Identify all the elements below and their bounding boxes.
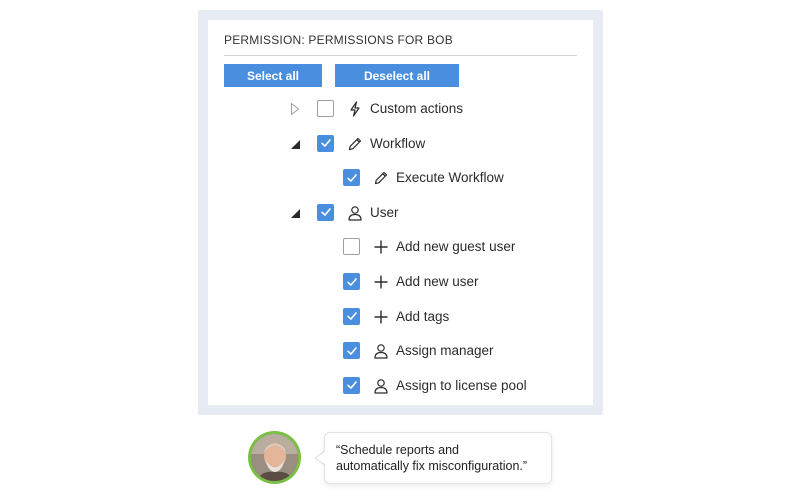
tree-row[interactable]: Assign manager — [208, 338, 593, 364]
collapsed-triangle-icon[interactable] — [288, 102, 302, 116]
checkbox-checked[interactable] — [343, 169, 360, 187]
tree-row[interactable]: User — [208, 200, 593, 226]
tree-row-label: User — [370, 204, 399, 220]
permissions-panel: PERMISSION: PERMISSIONS FOR BOB Select a… — [208, 20, 593, 405]
testimonial-quote: “Schedule reports and automatically fix … — [336, 442, 546, 474]
tree-row-label: Add tags — [396, 308, 450, 324]
select-all-button[interactable]: Select all — [224, 64, 322, 87]
tree-row-label: Add new guest user — [396, 239, 516, 255]
pencil-icon — [347, 136, 363, 152]
deselect-all-button[interactable]: Deselect all — [335, 64, 459, 87]
testimonial-bubble: “Schedule reports and automatically fix … — [324, 432, 552, 484]
avatar — [248, 431, 301, 484]
checkbox-checked[interactable] — [317, 134, 334, 152]
plus-icon — [373, 274, 389, 290]
tree-row[interactable]: Execute Workflow — [208, 165, 593, 191]
tree-row-label: Workflow — [370, 135, 426, 151]
checkbox-unchecked[interactable] — [343, 238, 360, 256]
user-icon — [373, 343, 389, 359]
quote-line-1: “Schedule reports and — [336, 443, 459, 457]
tree-row[interactable]: Workflow — [208, 131, 593, 157]
tree-row[interactable]: Add tags — [208, 304, 593, 330]
checkbox-checked[interactable] — [343, 376, 360, 394]
avatar-photo — [251, 434, 298, 481]
checkbox-checked[interactable] — [343, 307, 360, 325]
lightning-icon — [347, 101, 363, 117]
expanded-triangle-icon[interactable] — [288, 137, 302, 151]
title-divider — [224, 55, 577, 56]
checkbox-checked[interactable] — [343, 342, 360, 360]
tree-row[interactable]: Assign to license pool — [208, 373, 593, 399]
checkbox-checked[interactable] — [343, 273, 360, 290]
checkbox-checked[interactable] — [317, 203, 334, 221]
checkbox-unchecked[interactable] — [317, 100, 334, 117]
tree-row-label: Execute Workflow — [396, 170, 504, 186]
panel-title: PERMISSION: PERMISSIONS FOR BOB — [224, 33, 453, 47]
quote-line-2: automatically fix misconfiguration.” — [336, 459, 528, 473]
user-icon — [347, 205, 363, 221]
tree-row[interactable]: Add new user — [208, 269, 593, 295]
tree-row[interactable]: Custom actions — [208, 96, 593, 122]
plus-icon — [373, 309, 389, 325]
tree-row-label: Custom actions — [370, 101, 464, 116]
bubble-tail-inner — [316, 451, 326, 465]
tree-row-label: Assign manager — [396, 343, 494, 359]
plus-icon — [373, 239, 389, 255]
tree-row-label: Add new user — [396, 274, 479, 289]
expanded-triangle-icon[interactable] — [288, 206, 302, 220]
user-icon — [373, 378, 389, 394]
tree-row[interactable]: Add new guest user — [208, 234, 593, 260]
tree-row-label: Assign to license pool — [396, 377, 527, 393]
pencil-icon — [373, 170, 389, 186]
